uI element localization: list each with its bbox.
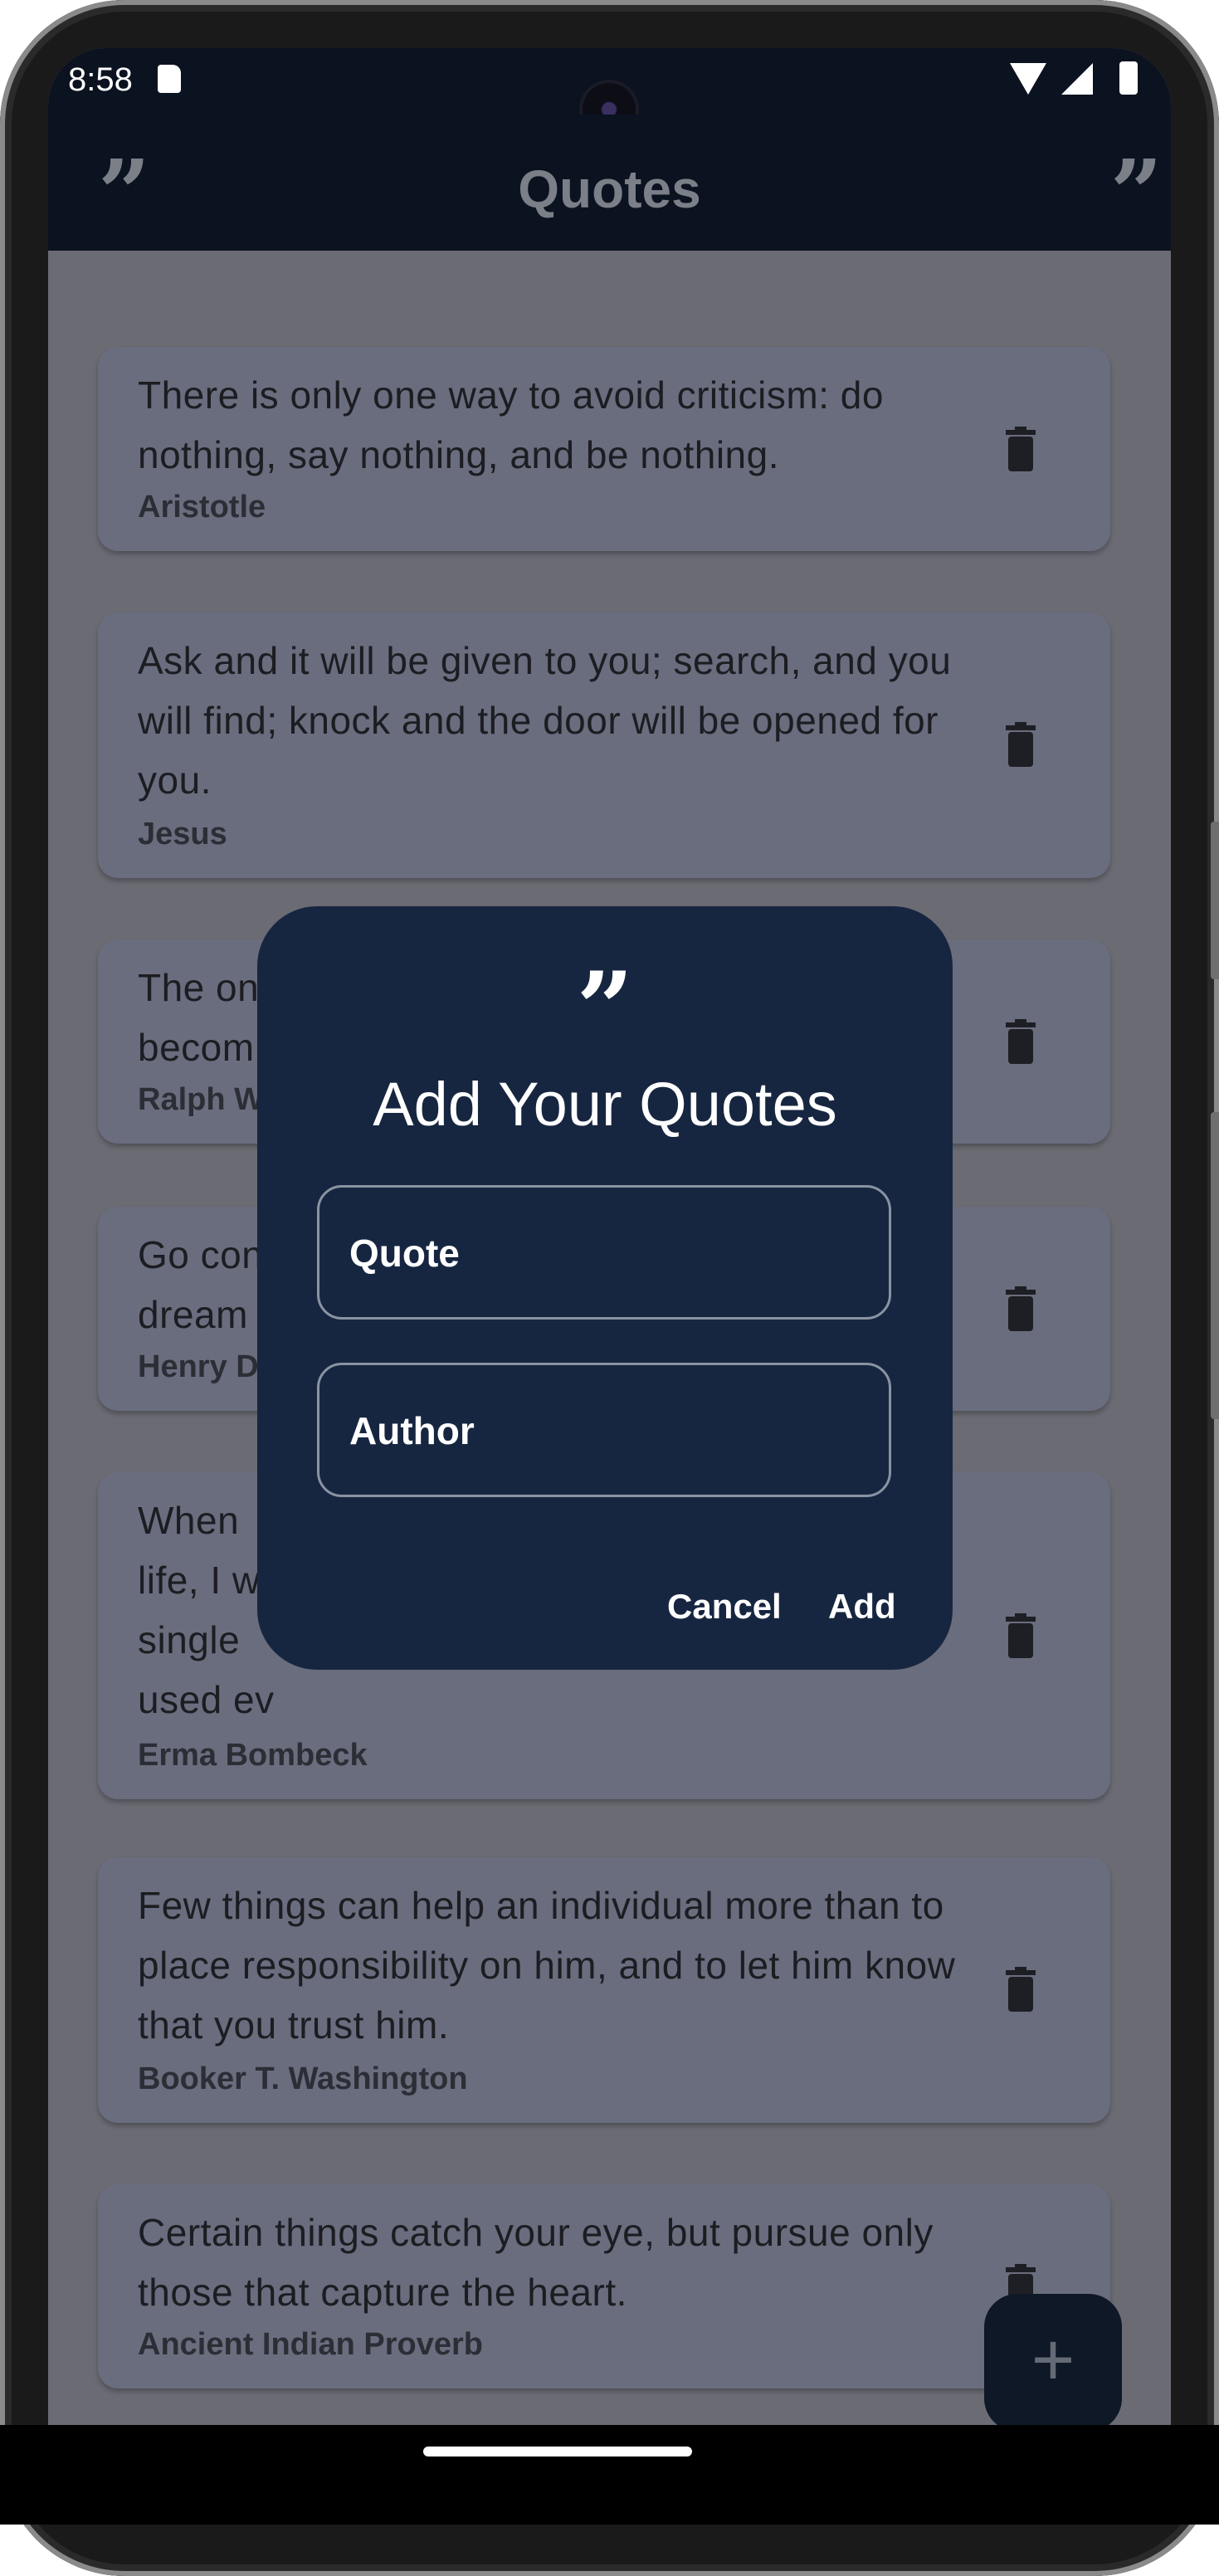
quote-card[interactable]: Certain things catch your eye, but pursu… <box>98 2184 1110 2388</box>
quote-author: Henry D <box>138 1349 259 1384</box>
author-input[interactable] <box>348 1365 865 1496</box>
status-time: 8:58 <box>68 61 133 98</box>
quote-text: There is only one way to avoid criticism… <box>138 373 884 476</box>
delete-icon[interactable] <box>1004 1967 1037 2013</box>
quote-icon: ” <box>576 950 634 1067</box>
navigation-bar <box>0 2425 1219 2525</box>
quote-author: Booker T. Washington <box>138 2061 468 2096</box>
sd-card-icon <box>158 65 181 93</box>
cancel-button[interactable]: Cancel <box>667 1587 782 1627</box>
add-quote-dialog: ” Add Your Quotes Cancel Add <box>257 906 953 1670</box>
volume-button <box>1211 822 1219 979</box>
battery-icon <box>1119 61 1138 95</box>
delete-icon[interactable] <box>1004 722 1037 768</box>
delete-icon[interactable] <box>1004 1613 1037 1660</box>
quote-author: Ralph W <box>138 1082 264 1117</box>
quote-author: Ancient Indian Proverb <box>138 2327 483 2362</box>
home-indicator[interactable] <box>423 2447 692 2456</box>
dialog-title: Add Your Quotes <box>373 1070 837 1139</box>
quote-text: Few things can help an individual more t… <box>138 1884 956 2047</box>
delete-icon[interactable] <box>1004 1019 1037 1066</box>
add-quote-button[interactable]: + <box>984 2294 1122 2432</box>
quote-field[interactable] <box>317 1185 891 1320</box>
add-button[interactable]: Add <box>828 1587 896 1627</box>
quote-author: Aristotle <box>138 490 266 524</box>
quote-card[interactable]: There is only one way to avoid criticism… <box>98 347 1110 551</box>
quote-input[interactable] <box>348 1188 865 1319</box>
phone-frame: 8:58 ” Quotes ” There is only one way to… <box>0 0 1219 2576</box>
quote-author: Jesus <box>138 817 227 851</box>
screen: 8:58 ” Quotes ” There is only one way to… <box>48 48 1171 2473</box>
delete-icon[interactable] <box>1004 427 1037 473</box>
wifi-icon <box>1010 63 1046 95</box>
quote-text: Certain things catch your eye, but pursu… <box>138 2211 934 2314</box>
quote-text-line: used ev <box>138 1678 275 1721</box>
quote-icon: ” <box>1109 139 1163 246</box>
page-title: Quotes <box>518 159 701 219</box>
quote-text: Ask and it will be given to you; search,… <box>138 639 952 802</box>
delete-icon[interactable] <box>1004 1286 1037 1333</box>
signal-icon <box>1061 63 1093 95</box>
quote-card[interactable]: Few things can help an individual more t… <box>98 1857 1110 2123</box>
quote-author: Erma Bombeck <box>138 1738 368 1773</box>
power-button <box>1211 1112 1219 1419</box>
author-field[interactable] <box>317 1363 891 1497</box>
app-bar: ” Quotes ” <box>48 115 1171 251</box>
quote-card[interactable]: Ask and it will be given to you; search,… <box>98 612 1110 878</box>
